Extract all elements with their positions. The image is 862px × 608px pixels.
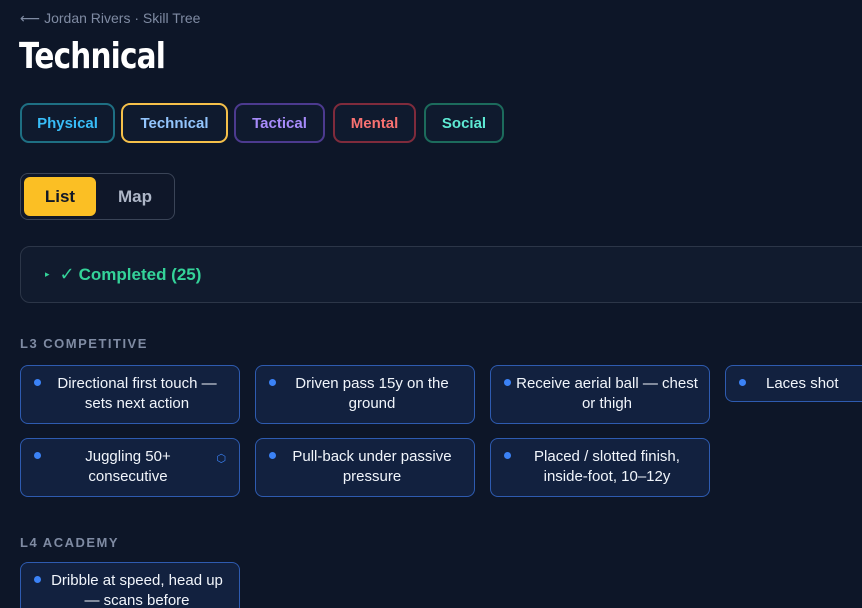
skill-card-label: Driven pass 15y on the ground xyxy=(295,375,449,412)
skill-card[interactable]: Receive aerial ball — chest or thigh xyxy=(490,365,710,424)
skill-card-label: Receive aerial ball — chest or thigh xyxy=(516,375,698,412)
skill-card-label: Directional first touch — sets next acti… xyxy=(57,375,217,412)
page-title: Technical xyxy=(19,36,166,77)
status-dot-icon xyxy=(34,452,41,459)
skill-card-label: Laces shot xyxy=(766,375,839,392)
status-dot-icon xyxy=(739,379,746,386)
skill-card-label: Juggling 50+ consecutive xyxy=(85,448,171,485)
tab-mental[interactable]: Mental xyxy=(333,103,416,143)
section-heading-l4: L4 ACADEMY xyxy=(20,535,120,550)
status-dot-icon xyxy=(504,452,511,459)
skill-card[interactable]: Juggling 50+ consecutive ⬡ xyxy=(20,438,240,497)
skill-tree-page: ⟵ Jordan Rivers · Skill Tree Technical Ph… xyxy=(0,0,862,608)
breadcrumb[interactable]: ⟵ Jordan Rivers · Skill Tree xyxy=(20,10,200,27)
expand-caret-icon: ▸ xyxy=(45,269,50,279)
skill-card[interactable]: Directional first touch — sets next acti… xyxy=(20,365,240,424)
status-dot-icon xyxy=(269,379,276,386)
skill-card[interactable]: Pull-back under passive pressure xyxy=(255,438,475,497)
breadcrumb-text[interactable]: Jordan Rivers · Skill Tree xyxy=(44,10,200,26)
hexagon-icon: ⬡ xyxy=(216,453,226,465)
skill-card[interactable]: Laces shot xyxy=(725,365,862,402)
section-heading-l3: L3 COMPETITIVE xyxy=(20,336,148,351)
tab-physical[interactable]: Physical xyxy=(20,103,115,143)
status-dot-icon xyxy=(34,379,41,386)
map-view-button[interactable]: Map xyxy=(99,177,171,216)
view-toggle: List Map xyxy=(20,173,175,220)
tab-tactical[interactable]: Tactical xyxy=(234,103,325,143)
skill-card[interactable]: Dribble at speed, head up — scans before xyxy=(20,562,240,608)
status-dot-icon xyxy=(34,576,41,583)
skill-card-label: Placed / slotted finish, inside-foot, 10… xyxy=(534,448,680,485)
skill-card[interactable]: Driven pass 15y on the ground xyxy=(255,365,475,424)
skill-card-label: Pull-back under passive pressure xyxy=(292,448,452,485)
skill-card[interactable]: Placed / slotted finish, inside-foot, 10… xyxy=(490,438,710,497)
completed-label: Completed (25) xyxy=(78,264,202,284)
back-arrow-icon[interactable]: ⟵ xyxy=(20,10,40,26)
tab-social[interactable]: Social xyxy=(424,103,504,143)
tab-technical[interactable]: Technical xyxy=(121,103,228,143)
status-dot-icon xyxy=(269,452,276,459)
check-icon: ✓ xyxy=(59,264,75,284)
status-dot-icon xyxy=(504,379,511,386)
list-view-button[interactable]: List xyxy=(24,177,96,216)
completed-section-toggle[interactable]: ▸ ✓ Completed (25) xyxy=(20,246,862,303)
skill-card-label: Dribble at speed, head up — scans before xyxy=(51,572,223,608)
